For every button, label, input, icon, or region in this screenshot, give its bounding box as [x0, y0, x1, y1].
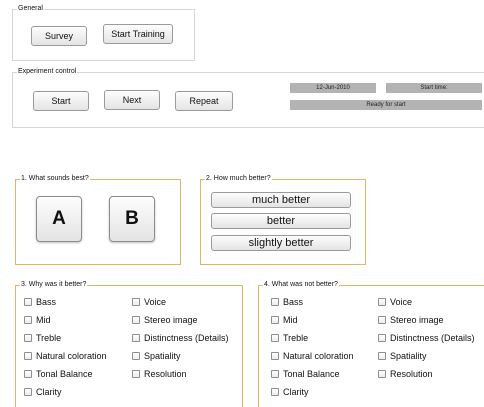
checkbox-label: Stereo image	[144, 315, 198, 325]
checkbox-box[interactable]	[24, 298, 32, 306]
checkbox-label: Tonal Balance	[283, 369, 340, 379]
checkbox-box[interactable]	[132, 334, 140, 342]
q3-clarity-checkbox[interactable]: Clarity	[24, 387, 62, 397]
checkbox-label: Resolution	[144, 369, 187, 379]
q4-legend: 4. What was not better?	[263, 280, 339, 289]
q4-voice-checkbox[interactable]: Voice	[378, 297, 412, 307]
q3-mid-checkbox[interactable]: Mid	[24, 315, 51, 325]
checkbox-label: Clarity	[283, 387, 309, 397]
q2-legend: 2. How much better?	[205, 174, 272, 183]
q2-group: 2. How much better? much better better s…	[200, 174, 366, 265]
start-time-display: Start time:	[386, 83, 482, 93]
checkbox-box[interactable]	[132, 352, 140, 360]
checkbox-label: Distinctness (Details)	[144, 333, 229, 343]
checkbox-box[interactable]	[132, 370, 140, 378]
checkbox-box[interactable]	[24, 316, 32, 324]
q3-legend: 3. Why was it better?	[20, 280, 88, 289]
checkbox-label: Voice	[390, 297, 413, 307]
status-display: Ready for start	[290, 100, 482, 110]
checkbox-box[interactable]	[24, 352, 32, 360]
q3-voice-checkbox[interactable]: Voice	[132, 297, 166, 307]
q4-clarity-checkbox[interactable]: Clarity	[271, 387, 309, 397]
checkbox-box[interactable]	[271, 334, 279, 342]
checkbox-label: Mid	[283, 315, 298, 325]
q4-group: 4. What was not better? Bass Mid Treble …	[258, 280, 484, 407]
q3-spatiality-checkbox[interactable]: Spatiality	[132, 351, 181, 361]
checkbox-box[interactable]	[378, 370, 386, 378]
q3-group: 3. Why was it better? Bass Mid Treble Na…	[15, 280, 243, 407]
start-button[interactable]: Start	[33, 91, 89, 111]
checkbox-label: Clarity	[36, 387, 62, 397]
start-training-button[interactable]: Start Training	[103, 24, 173, 44]
checkbox-label: Natural coloration	[36, 351, 107, 361]
checkbox-box[interactable]	[271, 298, 279, 306]
checkbox-label: Bass	[283, 297, 304, 307]
checkbox-box[interactable]	[132, 298, 140, 306]
checkbox-box[interactable]	[378, 316, 386, 324]
next-button[interactable]: Next	[104, 90, 160, 110]
much-better-button[interactable]: much better	[211, 192, 351, 208]
repeat-button[interactable]: Repeat	[175, 91, 233, 111]
better-button[interactable]: better	[211, 213, 351, 229]
q4-tonal-balance-checkbox[interactable]: Tonal Balance	[271, 369, 340, 379]
checkbox-label: Stereo image	[390, 315, 444, 325]
checkbox-box[interactable]	[24, 388, 32, 396]
checkbox-label: Natural coloration	[283, 351, 354, 361]
checkbox-box[interactable]	[24, 370, 32, 378]
survey-button[interactable]: Survey	[31, 26, 87, 46]
checkbox-label: Mid	[36, 315, 51, 325]
q4-bass-checkbox[interactable]: Bass	[271, 297, 303, 307]
q1-group: 1. What sounds best? A B	[15, 174, 181, 265]
option-a-button[interactable]: A	[36, 196, 82, 242]
q4-natural-coloration-checkbox[interactable]: Natural coloration	[271, 351, 354, 361]
checkbox-box[interactable]	[24, 334, 32, 342]
q3-resolution-checkbox[interactable]: Resolution	[132, 369, 187, 379]
q4-treble-checkbox[interactable]: Treble	[271, 333, 308, 343]
q1-legend: 1. What sounds best?	[20, 174, 90, 183]
date-display: 12-Jun-2010	[290, 83, 376, 93]
general-legend: General	[17, 4, 44, 13]
experiment-control-group: Experiment control Start Next Repeat 12-…	[12, 67, 484, 128]
q4-stereo-image-checkbox[interactable]: Stereo image	[378, 315, 444, 325]
checkbox-label: Treble	[283, 333, 309, 343]
checkbox-box[interactable]	[378, 352, 386, 360]
q3-tonal-balance-checkbox[interactable]: Tonal Balance	[24, 369, 93, 379]
checkbox-box[interactable]	[378, 334, 386, 342]
checkbox-box[interactable]	[271, 316, 279, 324]
checkbox-label: Distinctness (Details)	[390, 333, 475, 343]
slightly-better-button[interactable]: slightly better	[211, 235, 351, 251]
q4-distinctness-checkbox[interactable]: Distinctness (Details)	[378, 333, 475, 343]
q3-treble-checkbox[interactable]: Treble	[24, 333, 61, 343]
q4-mid-checkbox[interactable]: Mid	[271, 315, 298, 325]
q4-spatiality-checkbox[interactable]: Spatiality	[378, 351, 427, 361]
q3-stereo-image-checkbox[interactable]: Stereo image	[132, 315, 198, 325]
checkbox-box[interactable]	[378, 298, 386, 306]
checkbox-label: Spatiality	[144, 351, 181, 361]
option-b-button[interactable]: B	[109, 196, 155, 242]
checkbox-label: Resolution	[390, 369, 433, 379]
q4-resolution-checkbox[interactable]: Resolution	[378, 369, 433, 379]
checkbox-box[interactable]	[271, 370, 279, 378]
checkbox-box[interactable]	[271, 352, 279, 360]
checkbox-box[interactable]	[271, 388, 279, 396]
checkbox-label: Treble	[36, 333, 62, 343]
q3-distinctness-checkbox[interactable]: Distinctness (Details)	[132, 333, 229, 343]
experiment-control-legend: Experiment control	[17, 67, 78, 76]
q3-natural-coloration-checkbox[interactable]: Natural coloration	[24, 351, 107, 361]
checkbox-label: Tonal Balance	[36, 369, 93, 379]
checkbox-box[interactable]	[132, 316, 140, 324]
general-group: General Survey Start Training	[12, 4, 195, 61]
q3-bass-checkbox[interactable]: Bass	[24, 297, 56, 307]
checkbox-label: Spatiality	[390, 351, 427, 361]
checkbox-label: Bass	[36, 297, 57, 307]
checkbox-label: Voice	[144, 297, 167, 307]
